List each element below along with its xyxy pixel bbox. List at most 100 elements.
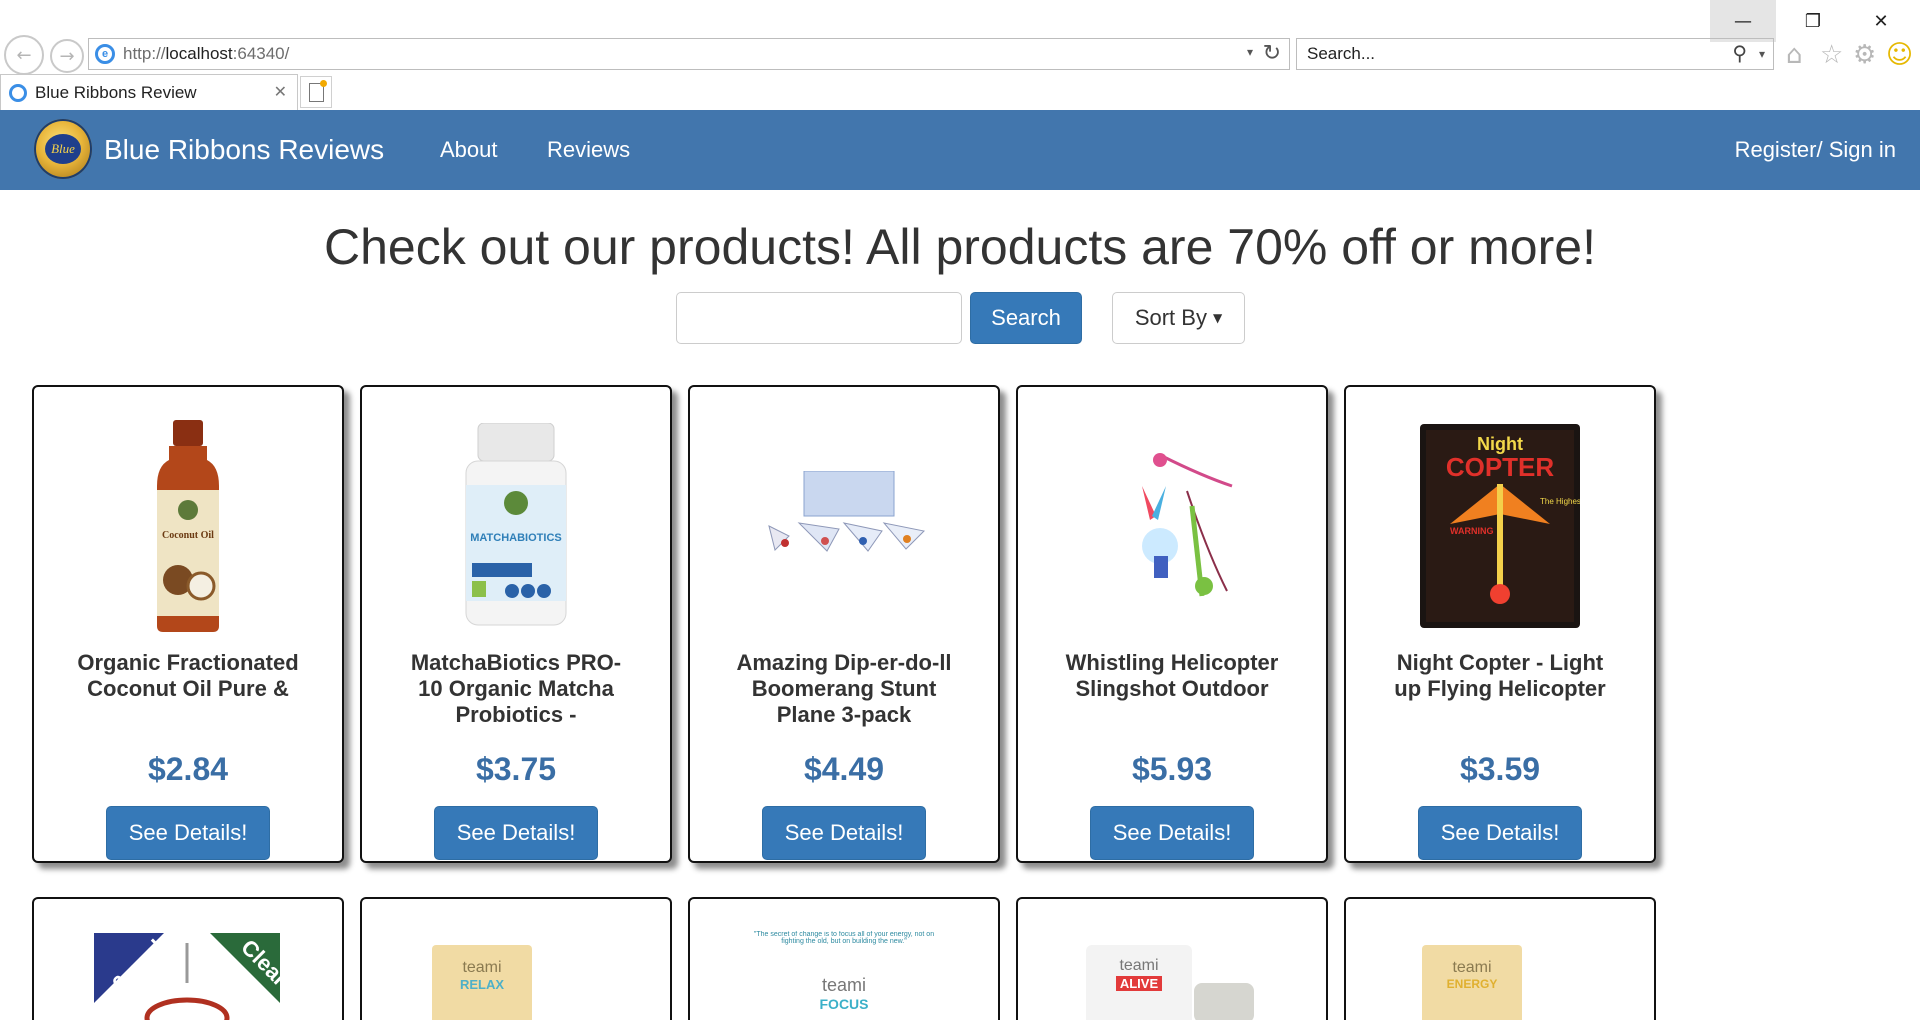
- product-image[interactable]: teami ALIVE: [1086, 945, 1192, 1020]
- tea-variant: ALIVE: [1115, 976, 1163, 991]
- product-card: Whistling Helicopter Slingshot Outdoor $…: [1016, 385, 1328, 863]
- ie-page-icon: e: [95, 44, 115, 64]
- nav-link-about[interactable]: About: [440, 137, 498, 163]
- product-price: $2.84: [147, 751, 229, 787]
- product-title[interactable]: Whistling Helicopter Slingshot Outdoor: [1058, 650, 1286, 728]
- new-tab-button[interactable]: [300, 76, 332, 108]
- product-card: Night COPTER WARNING The Highest Night C…: [1344, 385, 1656, 863]
- nav-link-reviews[interactable]: Reviews: [547, 137, 630, 163]
- product-card: teami ENERGY: [1344, 897, 1656, 1020]
- night-copter-package-icon: Night COPTER WARNING The Highest: [1420, 424, 1580, 628]
- register-sign-in-link[interactable]: Register/ Sign in: [1735, 137, 1896, 163]
- see-details-button[interactable]: See Details!: [1090, 806, 1254, 860]
- product-price: $5.93: [1131, 751, 1213, 787]
- forward-arrow-icon: →: [59, 45, 75, 67]
- browser-chrome: — ❐ ✕ ← → e http://localhost:64340/ ▾ ↻ …: [0, 0, 1920, 110]
- browser-search-box[interactable]: Search... ⚲ ▾: [1296, 38, 1774, 70]
- product-image[interactable]: MATCHABIOTICS: [362, 421, 670, 631]
- blue-ribbon-logo[interactable]: Blue: [34, 119, 92, 179]
- svg-text:COPTER: COPTER: [1446, 452, 1555, 482]
- product-price: $4.49: [803, 751, 885, 787]
- probiotic-bottle-icon: MATCHABIOTICS: [465, 423, 567, 626]
- site-navbar: Blue Blue Ribbons Reviews About Reviews …: [0, 110, 1920, 190]
- see-details-button[interactable]: See Details!: [1418, 806, 1582, 860]
- search-icon[interactable]: ⚲: [1732, 41, 1747, 65]
- slingshot-helicopter-icon: [1142, 453, 1233, 597]
- product-title[interactable]: Amazing Dip-er-do-ll Boomerang Stunt Pla…: [730, 650, 958, 728]
- page-headline: Check out our products! All products are…: [324, 219, 1596, 275]
- product-card: teami ALIVE: [1016, 897, 1328, 1020]
- search-dropdown-icon[interactable]: ▾: [1759, 47, 1765, 61]
- coconut-oil-bottle-icon: Coconut Oil: [157, 420, 219, 632]
- refresh-icon[interactable]: ↻: [1263, 41, 1281, 66]
- close-tab-icon[interactable]: ✕: [274, 82, 287, 101]
- product-image[interactable]: teami RELAX: [432, 945, 532, 1020]
- hooks-6-pack-icon: 6 pack Clear: [94, 933, 280, 1020]
- see-details-button[interactable]: See Details!: [106, 806, 270, 860]
- product-image[interactable]: 6 pack Clear: [94, 933, 280, 1020]
- product-card: 6 pack Clear: [32, 897, 344, 1020]
- tea-variant: FOCUS: [819, 996, 869, 1012]
- product-card: teami RELAX: [360, 897, 672, 1020]
- sort-by-label: Sort By: [1134, 305, 1207, 330]
- tea-brand: teami: [462, 959, 502, 976]
- tab-title: Blue Ribbons Review: [35, 82, 197, 102]
- boomerang-planes-icon: [768, 471, 926, 552]
- product-search-input[interactable]: [676, 292, 962, 344]
- feedback-smiley-icon[interactable]: ☺: [1886, 42, 1913, 68]
- restore-button[interactable]: ❐: [1780, 0, 1846, 42]
- product-card: Amazing Dip-er-do-ll Boomerang Stunt Pla…: [688, 385, 1000, 863]
- product-image[interactable]: "The secret of change is to focus all of…: [746, 931, 942, 1020]
- svg-text:MATCHABIOTICS: MATCHABIOTICS: [470, 532, 561, 544]
- product-image[interactable]: Coconut Oil: [34, 420, 342, 632]
- brand-name[interactable]: Blue Ribbons Reviews: [104, 134, 384, 166]
- tea-brand: teami: [821, 975, 866, 995]
- product-title[interactable]: Night Copter - Light up Flying Helicopte…: [1386, 650, 1614, 728]
- minimize-button[interactable]: —: [1710, 0, 1776, 42]
- tea-brand: teami: [1119, 957, 1159, 974]
- product-card: "The secret of change is to focus all of…: [688, 897, 1000, 1020]
- address-url[interactable]: http://localhost:64340/: [123, 44, 289, 64]
- address-dropdown-icon[interactable]: ▾: [1247, 45, 1253, 59]
- new-tab-icon: [308, 79, 327, 102]
- product-card: Coconut Oil Organic Fractionated Coconut…: [32, 385, 344, 863]
- address-protocol: http://: [123, 44, 166, 63]
- back-button[interactable]: ←: [4, 35, 44, 75]
- product-title[interactable]: MatchaBiotics PRO-10 Organic Matcha Prob…: [402, 650, 630, 728]
- tea-variant: RELAX: [459, 977, 505, 992]
- sort-by-dropdown[interactable]: Sort By ▼: [1112, 292, 1245, 344]
- tea-variant: ENERGY: [1446, 977, 1498, 991]
- product-price: $3.75: [475, 751, 557, 787]
- product-image[interactable]: teami ENERGY: [1422, 945, 1522, 1020]
- home-icon[interactable]: ⌂: [1786, 42, 1803, 68]
- svg-text:Night: Night: [1477, 434, 1523, 454]
- search-button[interactable]: Search: [970, 292, 1082, 344]
- product-image[interactable]: Night COPTER WARNING The Highest: [1346, 421, 1654, 631]
- product-price: $3.59: [1459, 751, 1541, 787]
- favorites-star-icon[interactable]: ☆: [1820, 42, 1843, 68]
- tea-bag-image: [1194, 983, 1254, 1020]
- caret-down-icon: ▼: [1212, 311, 1223, 325]
- browser-tab[interactable]: Blue Ribbons Review ✕: [0, 74, 298, 110]
- product-title[interactable]: Organic Fractionated Coconut Oil Pure &: [74, 650, 302, 728]
- svg-text:Coconut Oil: Coconut Oil: [162, 530, 214, 541]
- svg-text:WARNING: WARNING: [1450, 526, 1494, 536]
- close-window-button[interactable]: ✕: [1848, 0, 1914, 42]
- address-port: :64340/: [232, 44, 290, 63]
- tea-quote: "The secret of change is to focus all of…: [753, 931, 935, 945]
- tab-favicon-icon: [9, 83, 27, 102]
- forward-button[interactable]: →: [50, 39, 84, 73]
- gear-icon[interactable]: ⚙: [1853, 42, 1876, 68]
- address-bar[interactable]: e http://localhost:64340/ ▾ ↻: [88, 38, 1290, 70]
- tea-brand: teami: [1452, 959, 1492, 976]
- logo-text: Blue: [45, 134, 81, 164]
- product-image[interactable]: [690, 421, 998, 631]
- product-image[interactable]: [1018, 421, 1326, 631]
- see-details-button[interactable]: See Details!: [434, 806, 598, 860]
- back-arrow-icon: ←: [16, 44, 32, 66]
- browser-search-placeholder: Search...: [1307, 44, 1376, 63]
- product-card: MATCHABIOTICS MatchaBiotics PRO-10 Organ…: [360, 385, 672, 863]
- svg-text:The Highest: The Highest: [1540, 497, 1580, 506]
- see-details-button[interactable]: See Details!: [762, 806, 926, 860]
- address-host: localhost: [165, 44, 233, 63]
